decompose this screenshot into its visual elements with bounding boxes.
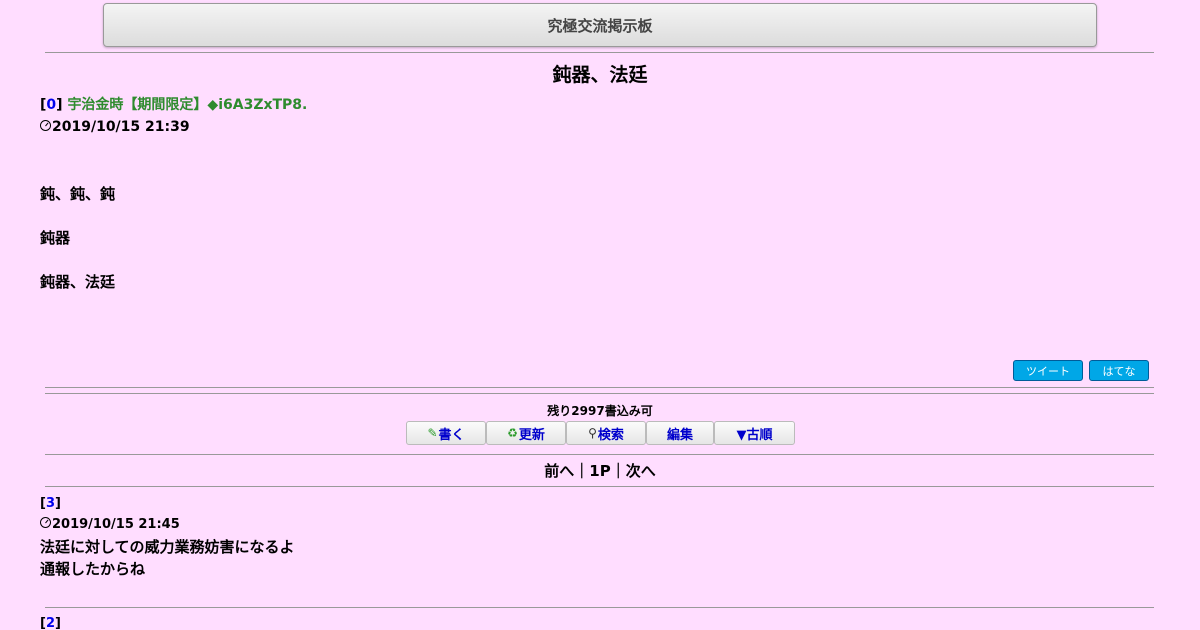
reply-header: [2] bbox=[40, 616, 61, 630]
hatena-button[interactable]: はてな bbox=[1089, 360, 1149, 381]
search-button[interactable]: ⚲ 検索 bbox=[566, 421, 646, 445]
write-label: 書く bbox=[438, 427, 465, 443]
write-button[interactable]: ✎ 書く bbox=[406, 421, 486, 445]
order-button[interactable]: ▼古順 bbox=[714, 421, 795, 445]
reply-line: 法廷に対しての威力業務妨害になるよ bbox=[40, 538, 295, 556]
site-header[interactable]: 究極交流掲示板 bbox=[103, 3, 1097, 47]
reply-date-line: 2019/10/15 21:45 bbox=[40, 515, 1140, 535]
page: 究極交流掲示板 鈍器、法廷 [0] 宇治金時【期間限定】◆i6A3ZxTP8. … bbox=[0, 0, 1200, 630]
pencil-icon: ✎ bbox=[427, 426, 438, 440]
post-date-line: 2019/10/15 21:39 bbox=[40, 117, 1140, 137]
post-line: 鈍器 bbox=[40, 229, 71, 247]
order-label: ▼古順 bbox=[736, 427, 773, 443]
current-page: 1P bbox=[589, 462, 611, 480]
prev-page-link[interactable]: 前へ bbox=[544, 462, 574, 480]
reply-number-link[interactable]: 3 bbox=[46, 496, 55, 511]
reply-header: [3] bbox=[40, 496, 61, 511]
edit-label: 編集 bbox=[666, 427, 693, 443]
next-page-link[interactable]: 次へ bbox=[626, 462, 656, 480]
pager: 前へ｜1P｜次へ bbox=[0, 460, 1200, 481]
post-author: 宇治金時【期間限定】◆i6A3ZxTP8. bbox=[67, 97, 308, 113]
reply-date: 2019/10/15 21:45 bbox=[52, 517, 180, 532]
refresh-label: 更新 bbox=[518, 427, 545, 443]
reply-number-link[interactable]: 2 bbox=[46, 616, 55, 630]
reply-post: [3] 2019/10/15 21:45 法廷に対しての威力業務妨害になるよ 通… bbox=[40, 495, 1140, 580]
post-header: [0] 宇治金時【期間限定】◆i6A3ZxTP8. bbox=[40, 97, 308, 113]
post-date: 2019/10/15 21:39 bbox=[52, 119, 190, 135]
reply-post: [2] bbox=[40, 615, 61, 630]
post-body: 鈍、鈍、鈍 鈍器 鈍器、法廷 bbox=[40, 183, 1140, 293]
edit-button[interactable]: 編集 bbox=[646, 421, 714, 445]
reply-line: 通報したからね bbox=[40, 560, 146, 578]
magnifier-icon: ⚲ bbox=[588, 426, 597, 440]
refresh-icon: ♻ bbox=[507, 426, 518, 440]
post-line: 鈍器、法廷 bbox=[40, 273, 116, 291]
thread-title: 鈍器、法廷 bbox=[552, 64, 648, 86]
original-post: [0] 宇治金時【期間限定】◆i6A3ZxTP8. 2019/10/15 21:… bbox=[40, 96, 1140, 293]
pager-separator: ｜ bbox=[574, 462, 590, 480]
divider bbox=[45, 393, 1154, 394]
divider bbox=[45, 486, 1154, 487]
post-number-link[interactable]: 0 bbox=[46, 97, 56, 113]
clock-icon bbox=[40, 120, 51, 131]
divider bbox=[45, 387, 1154, 388]
post-line: 鈍、鈍、鈍 bbox=[40, 185, 116, 203]
divider bbox=[45, 454, 1154, 455]
search-label: 検索 bbox=[597, 427, 624, 443]
site-title[interactable]: 究極交流掲示板 bbox=[547, 15, 652, 36]
divider bbox=[45, 607, 1154, 608]
pager-separator: ｜ bbox=[610, 462, 626, 480]
divider bbox=[45, 52, 1154, 53]
tweet-button[interactable]: ツイート bbox=[1013, 360, 1083, 381]
refresh-button[interactable]: ♻ 更新 bbox=[486, 421, 566, 445]
toolbar: ✎ 書く ♻ 更新 ⚲ 検索 編集 ▼古順 bbox=[406, 421, 795, 447]
reply-body: 法廷に対しての威力業務妨害になるよ 通報したからね bbox=[40, 536, 1140, 580]
remaining-posts: 残り2997書込み可 bbox=[547, 404, 653, 418]
clock-icon bbox=[40, 517, 51, 528]
